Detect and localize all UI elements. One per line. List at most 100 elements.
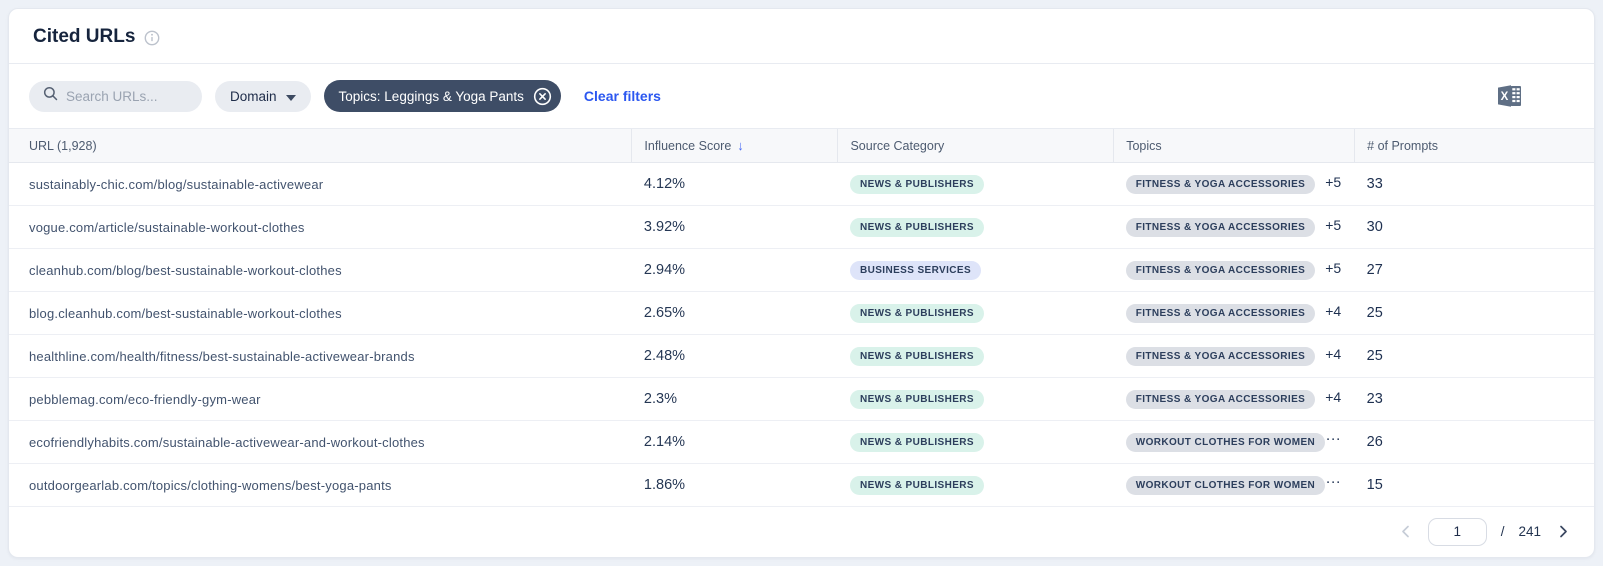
influence-score-value: 3.92%	[631, 205, 838, 249]
topics-cell: FITNESS & YOGA ACCESSORIES +4	[1113, 377, 1355, 421]
table-row[interactable]: outdoorgearlab.com/topics/clothing-women…	[9, 463, 1594, 507]
source-category-badge: NEWS & PUBLISHERS	[849, 175, 984, 194]
excel-export-icon[interactable]: X	[1498, 85, 1522, 107]
topics-cell: FITNESS & YOGA ACCESSORIES +5	[1113, 248, 1355, 292]
table-header-row: URL (1,928) Influence Score ↓ Source Cate…	[9, 129, 1594, 163]
prompts-count: 27	[1354, 248, 1594, 292]
page-title: Cited URLs	[33, 26, 136, 47]
chevron-down-icon	[285, 89, 296, 104]
prompts-count: 30	[1354, 205, 1594, 249]
influence-score-value: 1.86%	[631, 463, 838, 507]
influence-score-value: 2.3%	[631, 377, 838, 421]
search-box[interactable]	[29, 80, 202, 112]
prompts-count: 25	[1354, 334, 1594, 378]
topic-filter-label: Topics: Leggings & Yoga Pants	[338, 88, 524, 104]
source-category-badge: NEWS & PUBLISHERS	[849, 347, 984, 366]
chevron-left-icon	[1401, 525, 1409, 538]
table-row[interactable]: cleanhub.com/blog/best-sustainable-worko…	[9, 248, 1594, 292]
topic-more-count[interactable]: +4	[1325, 389, 1341, 405]
topics-cell: FITNESS & YOGA ACCESSORIES +5	[1113, 205, 1355, 249]
topic-more-count[interactable]: +4	[1325, 303, 1341, 319]
topic-more-count[interactable]: +5	[1325, 260, 1341, 276]
topic-badge: FITNESS & YOGA ACCESSORIES	[1125, 175, 1316, 194]
column-header-source-category[interactable]: Source Category	[837, 129, 1115, 163]
table-row[interactable]: healthline.com/health/fitness/best-susta…	[9, 334, 1594, 378]
source-category-badge: BUSINESS SERVICES	[849, 261, 982, 280]
url-link[interactable]: blog.cleanhub.com/best-sustainable-worko…	[9, 291, 632, 335]
topic-filter-chip[interactable]: Topics: Leggings & Yoga Pants	[323, 80, 561, 112]
influence-score-value: 2.48%	[631, 334, 838, 378]
sort-desc-icon[interactable]: ↓	[737, 138, 744, 153]
source-category-badge: NEWS & PUBLISHERS	[849, 304, 984, 323]
url-link[interactable]: pebblemag.com/eco-friendly-gym-wear	[9, 377, 632, 421]
influence-score-value: 4.12%	[631, 162, 838, 206]
topics-cell: FITNESS & YOGA ACCESSORIES +4	[1113, 291, 1355, 335]
cited-urls-card: Cited URLs Domain	[8, 8, 1595, 558]
topic-more-count[interactable]: +4	[1325, 346, 1341, 362]
topics-cell: FITNESS & YOGA ACCESSORIES +4	[1113, 334, 1355, 378]
pagination-bar: / 241	[9, 507, 1594, 557]
topic-more-count[interactable]: +5	[1325, 217, 1341, 233]
info-icon[interactable]	[144, 30, 160, 46]
source-category-badge: NEWS & PUBLISHERS	[849, 390, 984, 409]
source-category-cell: NEWS & PUBLISHERS	[837, 162, 1114, 206]
chevron-right-icon	[1560, 525, 1567, 538]
topic-badge: FITNESS & YOGA ACCESSORIES	[1125, 390, 1316, 409]
source-category-cell: NEWS & PUBLISHERS	[837, 420, 1114, 464]
source-category-cell: NEWS & PUBLISHERS	[837, 463, 1114, 507]
source-category-cell: NEWS & PUBLISHERS	[837, 377, 1114, 421]
topic-more-count[interactable]: +5	[1325, 174, 1341, 190]
search-input[interactable]	[66, 88, 188, 104]
influence-score-value: 2.94%	[631, 248, 838, 292]
url-link[interactable]: cleanhub.com/blog/best-sustainable-worko…	[9, 248, 632, 292]
column-header-url[interactable]: URL (1,928)	[9, 129, 633, 163]
page-separator: /	[1500, 524, 1505, 539]
topic-badge: WORKOUT CLOTHES FOR WOMEN	[1125, 433, 1326, 452]
source-category-badge: NEWS & PUBLISHERS	[849, 433, 984, 452]
influence-score-value: 2.14%	[631, 420, 838, 464]
page-number-input[interactable]	[1427, 517, 1487, 546]
clear-filters-link[interactable]: Clear filters	[584, 88, 661, 104]
source-category-cell: NEWS & PUBLISHERS	[837, 205, 1114, 249]
prompts-count: 26	[1354, 420, 1594, 464]
domain-filter-label: Domain	[230, 88, 277, 104]
topic-badge: FITNESS & YOGA ACCESSORIES	[1125, 261, 1316, 280]
table-row[interactable]: blog.cleanhub.com/best-sustainable-worko…	[9, 291, 1594, 335]
next-page-button[interactable]	[1555, 521, 1572, 542]
topic-badge: FITNESS & YOGA ACCESSORIES	[1125, 347, 1316, 366]
svg-text:X: X	[1501, 91, 1509, 103]
column-header-topics[interactable]: Topics	[1113, 129, 1356, 163]
url-link[interactable]: vogue.com/article/sustainable-workout-cl…	[9, 205, 632, 249]
source-category-cell: NEWS & PUBLISHERS	[837, 291, 1114, 335]
source-category-cell: BUSINESS SERVICES	[837, 248, 1114, 292]
table-row[interactable]: sustainably-chic.com/blog/sustainable-ac…	[9, 162, 1594, 206]
previous-page-button[interactable]	[1397, 521, 1414, 542]
topics-cell: WORKOUT CLOTHES FOR WOMEN +2	[1113, 463, 1355, 507]
topics-cell: FITNESS & YOGA ACCESSORIES +5	[1113, 162, 1355, 206]
source-category-badge: NEWS & PUBLISHERS	[849, 476, 984, 495]
prompts-count: 25	[1354, 291, 1594, 335]
topics-cell: WORKOUT CLOTHES FOR WOMEN +4	[1113, 420, 1355, 464]
url-link[interactable]: ecofriendlyhabits.com/sustainable-active…	[9, 420, 632, 464]
table-row[interactable]: ecofriendlyhabits.com/sustainable-active…	[9, 420, 1594, 464]
url-link[interactable]: outdoorgearlab.com/topics/clothing-women…	[9, 463, 632, 507]
filter-bar: Domain Topics: Leggings & Yoga Pants Cle…	[9, 64, 1594, 129]
total-pages: 241	[1518, 524, 1541, 539]
table-row[interactable]: vogue.com/article/sustainable-workout-cl…	[9, 205, 1594, 249]
topic-badge: FITNESS & YOGA ACCESSORIES	[1125, 218, 1316, 237]
cited-urls-table: URL (1,928) Influence Score ↓ Source Cate…	[9, 129, 1594, 507]
topic-badge: FITNESS & YOGA ACCESSORIES	[1125, 304, 1316, 323]
card-header: Cited URLs	[9, 9, 1594, 64]
column-header-prompts[interactable]: # of Prompts	[1354, 129, 1594, 163]
prompts-count: 15	[1354, 463, 1594, 507]
domain-filter-button[interactable]: Domain	[215, 80, 311, 112]
table-row[interactable]: pebblemag.com/eco-friendly-gym-wear 2.3%…	[9, 377, 1594, 421]
topic-badge: WORKOUT CLOTHES FOR WOMEN	[1125, 476, 1326, 495]
table-body: sustainably-chic.com/blog/sustainable-ac…	[9, 162, 1594, 507]
column-header-influence-score[interactable]: Influence Score ↓	[631, 129, 839, 163]
prompts-count: 23	[1354, 377, 1594, 421]
remove-filter-icon[interactable]	[533, 87, 552, 106]
url-link[interactable]: healthline.com/health/fitness/best-susta…	[9, 334, 632, 378]
prompts-count: 33	[1354, 162, 1594, 206]
url-link[interactable]: sustainably-chic.com/blog/sustainable-ac…	[9, 162, 632, 206]
